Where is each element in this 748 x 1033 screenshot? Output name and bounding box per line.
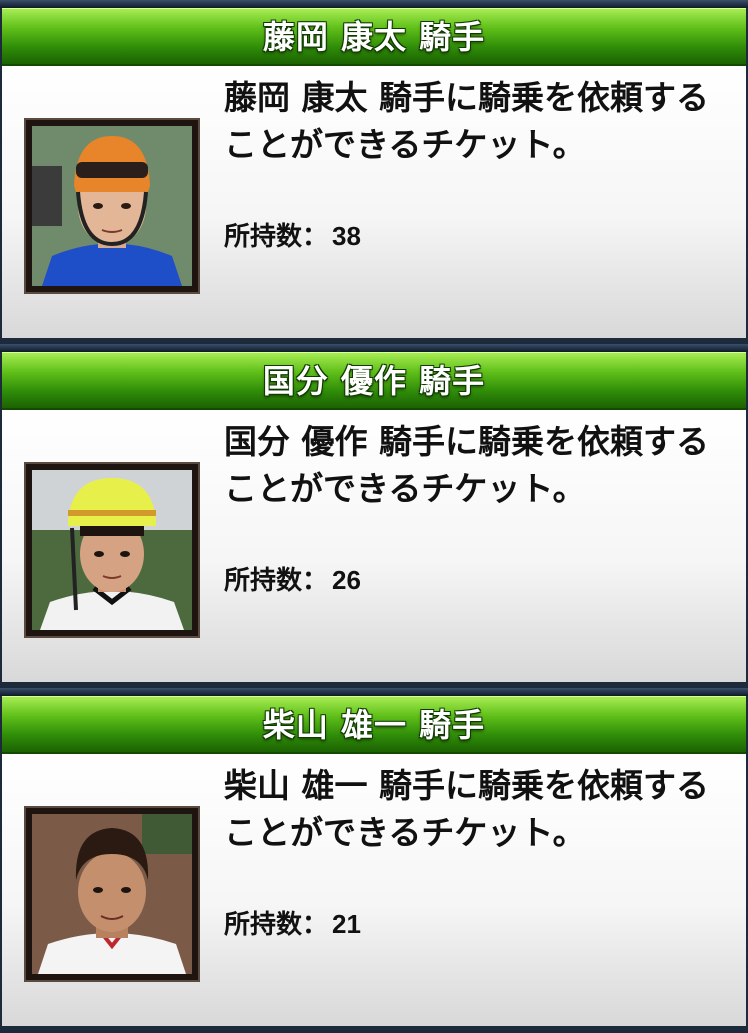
ticket-card[interactable]: 柴山 雄一 騎手 柴山 雄一 騎手に騎乗を依頼することができるチケット。 所持数… — [0, 688, 748, 1030]
ticket-count-row: 所持数： 21 — [224, 904, 361, 941]
count-value: 26 — [332, 565, 361, 595]
card-divider — [0, 344, 748, 352]
ticket-list: 藤岡 康太 騎手 藤岡 康太 騎手に騎乗を依頼することができるチケット。 所持数… — [0, 0, 748, 1033]
card-divider — [0, 0, 748, 8]
jockey-name-title: 国分 優作 騎手 — [262, 362, 486, 400]
card-body: 柴山 雄一 騎手に騎乗を依頼することができるチケット。 所持数： 21 — [2, 754, 746, 1026]
eye-right — [121, 887, 131, 893]
jockey-photo-frame — [24, 118, 200, 294]
eye-left — [93, 203, 103, 209]
ticket-description: 藤岡 康太 騎手に騎乗を依頼することができるチケット。 — [224, 78, 709, 164]
count-label: 所持数： — [224, 910, 329, 940]
card-header: 柴山 雄一 騎手 — [2, 696, 746, 754]
ticket-count-row: 所持数： 26 — [224, 560, 361, 597]
jockey-photo — [32, 814, 192, 974]
ticket-count-row: 所持数： 38 — [224, 216, 361, 253]
eye-left — [94, 551, 104, 557]
jockey-name-title: 柴山 雄一 騎手 — [262, 706, 486, 744]
ticket-description: 柴山 雄一 騎手に騎乗を依頼することができるチケット。 — [224, 766, 709, 852]
eye-right — [121, 203, 131, 209]
jockey-goggles — [76, 162, 148, 178]
photo-background-sign — [32, 166, 62, 226]
jockey-photo-frame — [24, 462, 200, 638]
card-header: 藤岡 康太 騎手 — [2, 8, 746, 66]
jockey-hair — [80, 526, 144, 536]
count-label: 所持数： — [224, 222, 329, 252]
jockey-photo — [32, 470, 192, 630]
card-body: 藤岡 康太 騎手に騎乗を依頼することができるチケット。 所持数： 38 — [2, 66, 746, 338]
card-divider — [0, 688, 748, 696]
ticket-card[interactable]: 藤岡 康太 騎手 藤岡 康太 騎手に騎乗を依頼することができるチケット。 所持数… — [0, 0, 748, 342]
ticket-card[interactable]: 国分 優作 騎手 国分 優作 騎手に騎乗を依頼することができるチケット。 所持数… — [0, 344, 748, 686]
eye-right — [120, 551, 130, 557]
jockey-photo — [32, 126, 192, 286]
eye-left — [93, 887, 103, 893]
card-header: 国分 優作 騎手 — [2, 352, 746, 410]
count-value: 21 — [332, 909, 361, 939]
helmet-stripe — [68, 510, 156, 516]
ticket-description: 国分 優作 騎手に騎乗を依頼することができるチケット。 — [224, 422, 709, 508]
count-value: 38 — [332, 221, 361, 251]
jockey-name-title: 藤岡 康太 騎手 — [262, 18, 486, 56]
photo-background-green — [142, 814, 192, 854]
count-label: 所持数： — [224, 566, 329, 596]
card-body: 国分 優作 騎手に騎乗を依頼することができるチケット。 所持数： 26 — [2, 410, 746, 682]
jockey-photo-frame — [24, 806, 200, 982]
